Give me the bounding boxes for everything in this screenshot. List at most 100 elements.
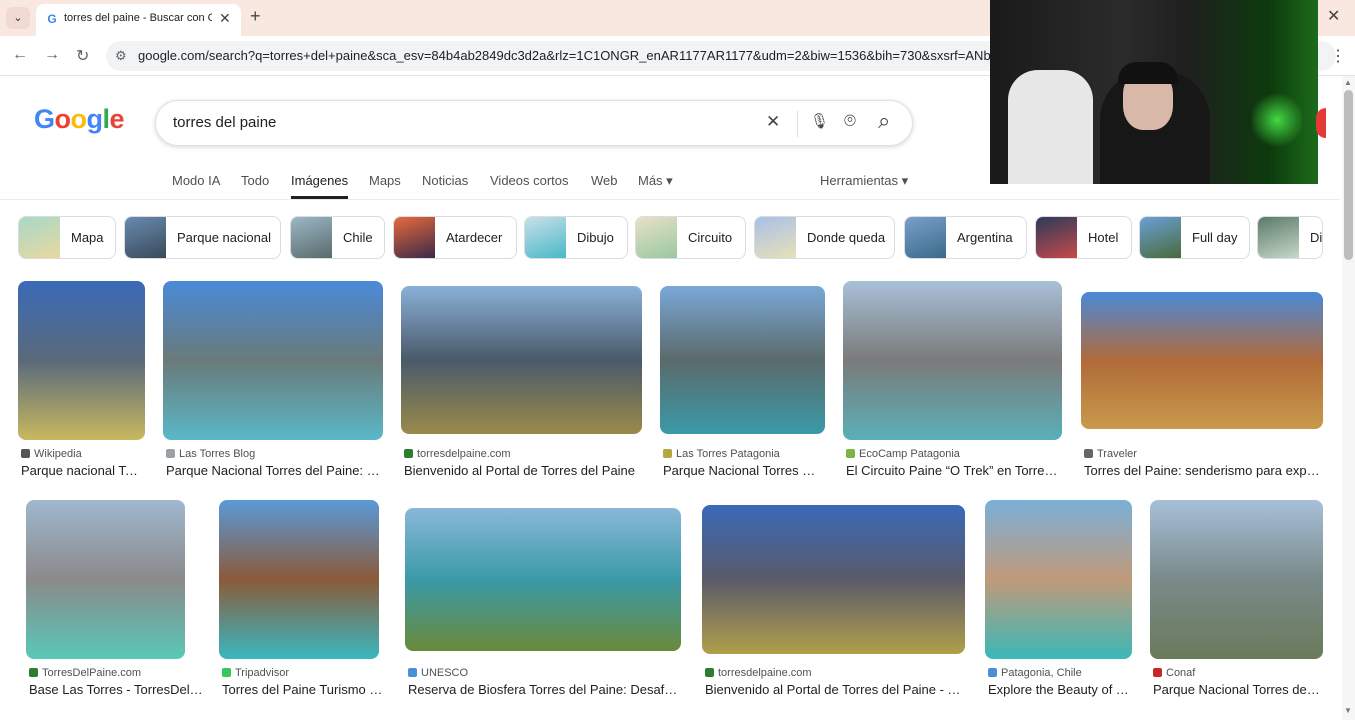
- logo-letter: o: [54, 104, 72, 134]
- result-thumbnail[interactable]: [26, 500, 185, 659]
- chip[interactable]: Donde queda: [754, 216, 895, 259]
- search-input[interactable]: torres del paine: [173, 114, 276, 131]
- result-title[interactable]: Torres del Paine Turismo - Imágenes: [222, 682, 386, 697]
- result-thumbnail[interactable]: [660, 286, 825, 434]
- google-logo[interactable]: Google: [34, 104, 125, 135]
- chip[interactable]: Dis: [1257, 216, 1323, 259]
- result-title[interactable]: Reserva de Biosfera Torres del Paine: De…: [408, 682, 678, 697]
- result-title[interactable]: Parque Nacional Torres del Paine: [663, 463, 822, 478]
- microphone-icon[interactable]: 🎙: [810, 112, 829, 130]
- chip-label: Hotel: [1088, 230, 1119, 245]
- chip[interactable]: Dibujo: [524, 216, 628, 259]
- lens-camera-icon[interactable]: ⌾: [844, 110, 856, 133]
- chip-label: Circuito: [688, 230, 733, 245]
- nav-tab[interactable]: Modo IA: [172, 173, 220, 188]
- nav-tab[interactable]: Web: [591, 173, 618, 188]
- scroll-up-arrow-icon[interactable]: ▲: [1344, 78, 1352, 87]
- result-source[interactable]: TorresDelPaine.com: [29, 667, 209, 679]
- result-source[interactable]: torresdelpaine.com: [705, 667, 968, 679]
- source-name: Conaf: [1166, 667, 1196, 679]
- chip[interactable]: Argentina: [904, 216, 1027, 259]
- result-thumbnail[interactable]: [1081, 292, 1323, 429]
- result-thumbnail[interactable]: [985, 500, 1132, 659]
- chip-thumbnail: [19, 217, 60, 258]
- chip[interactable]: Chile: [290, 216, 385, 259]
- result-thumbnail[interactable]: [163, 281, 383, 440]
- nav-tab[interactable]: Noticias: [422, 173, 468, 188]
- back-button[interactable]: ←: [12, 46, 28, 64]
- chip[interactable]: Mapa: [18, 216, 116, 259]
- result-thumbnail[interactable]: [219, 500, 379, 659]
- result-source[interactable]: Tripadvisor: [222, 667, 392, 679]
- page-scrollbar[interactable]: ▲ ▼: [1342, 76, 1355, 720]
- scroll-down-arrow-icon[interactable]: ▼: [1344, 706, 1352, 715]
- result-title[interactable]: Base Las Torres - TorresDelPaine.com: [29, 682, 203, 697]
- tools-button[interactable]: Herramientas ▾: [820, 173, 908, 189]
- chip-thumbnail: [1258, 217, 1299, 258]
- chip[interactable]: Hotel: [1035, 216, 1132, 259]
- nav-tab[interactable]: Videos cortos: [490, 173, 569, 188]
- result-source[interactable]: torresdelpaine.com: [404, 448, 645, 460]
- result-source[interactable]: EcoCamp Patagonia: [846, 448, 1065, 460]
- url-text[interactable]: google.com/search?q=torres+del+paine&sca…: [138, 48, 998, 63]
- nav-tab[interactable]: Más ▾: [638, 173, 673, 189]
- result-source[interactable]: Las Torres Patagonia: [663, 448, 828, 460]
- chip[interactable]: Atardecer: [393, 216, 517, 259]
- result-thumbnail[interactable]: [18, 281, 145, 440]
- source-favicon-icon: [846, 449, 855, 458]
- result-title[interactable]: Explore the Beauty of Torres del Paine: [988, 682, 1129, 697]
- nav-tab[interactable]: Maps: [369, 173, 401, 188]
- chip[interactable]: Circuito: [635, 216, 746, 259]
- result-title[interactable]: Bienvenido al Portal de Torres del Paine…: [705, 682, 962, 697]
- source-favicon-icon: [988, 668, 997, 677]
- result-thumbnail[interactable]: [401, 286, 642, 434]
- result-source[interactable]: Las Torres Blog: [166, 448, 386, 460]
- source-favicon-icon: [705, 668, 714, 677]
- browser-tab[interactable]: G torres del paine - Buscar con Google ✕: [36, 4, 241, 36]
- new-tab-button[interactable]: +: [250, 6, 261, 27]
- result-source[interactable]: Wikipedia: [21, 448, 148, 460]
- tab-close-icon[interactable]: ✕: [219, 10, 231, 27]
- result-source[interactable]: UNESCO: [408, 667, 684, 679]
- scroll-thumb[interactable]: [1344, 90, 1353, 260]
- result-thumbnail[interactable]: [405, 508, 681, 651]
- chip-label: Full day: [1192, 230, 1238, 245]
- forward-button[interactable]: →: [44, 46, 60, 64]
- result-title[interactable]: Parque nacional Torres del Paine: [21, 463, 142, 478]
- result-thumbnail[interactable]: [1150, 500, 1323, 659]
- nav-tab[interactable]: Imágenes: [291, 173, 348, 188]
- result-source[interactable]: Patagonia, Chile: [988, 667, 1135, 679]
- chip-label: Dibujo: [577, 230, 614, 245]
- window-close-button[interactable]: ✕: [1327, 6, 1340, 26]
- chip-thumbnail: [1140, 217, 1181, 258]
- result-source[interactable]: Conaf: [1153, 667, 1326, 679]
- nav-tab[interactable]: Todo: [241, 173, 269, 188]
- source-favicon-icon: [1084, 449, 1093, 458]
- browser-menu-icon[interactable]: ⋮: [1330, 46, 1346, 66]
- source-name: Las Torres Blog: [179, 448, 256, 460]
- result-title[interactable]: Parque Nacional Torres del Paine: t...: [166, 463, 380, 478]
- result-title[interactable]: Torres del Paine: senderismo para explor…: [1084, 463, 1320, 478]
- search-icon[interactable]: ⌕: [878, 108, 890, 134]
- result-thumbnail[interactable]: [843, 281, 1062, 440]
- webcam-overlay: [990, 0, 1318, 184]
- result-title[interactable]: Parque Nacional Torres del Paine: [1153, 682, 1320, 697]
- account-avatar[interactable]: [1316, 108, 1326, 138]
- chip[interactable]: Full day: [1139, 216, 1250, 259]
- source-name: Patagonia, Chile: [1001, 667, 1082, 679]
- source-name: Wikipedia: [34, 448, 82, 460]
- clear-icon[interactable]: ✕: [766, 112, 780, 132]
- result-title[interactable]: Bienvenido al Portal de Torres del Paine: [404, 463, 639, 478]
- logo-letter: o: [70, 104, 88, 134]
- site-info-icon[interactable]: ⚙: [115, 48, 127, 64]
- source-favicon-icon: [404, 449, 413, 458]
- chip-thumbnail: [291, 217, 332, 258]
- chip-thumbnail: [125, 217, 166, 258]
- result-thumbnail[interactable]: [702, 505, 965, 654]
- chip[interactable]: Parque nacional: [124, 216, 281, 259]
- search-box[interactable]: torres del paine ✕ 🎙 ⌾ ⌕: [155, 100, 913, 146]
- result-title[interactable]: El Circuito Paine “O Trek” en Torres del…: [846, 463, 1059, 478]
- reload-button[interactable]: ↻: [76, 46, 89, 66]
- result-source[interactable]: Traveler: [1084, 448, 1326, 460]
- tab-search-button[interactable]: ⌄: [6, 7, 30, 29]
